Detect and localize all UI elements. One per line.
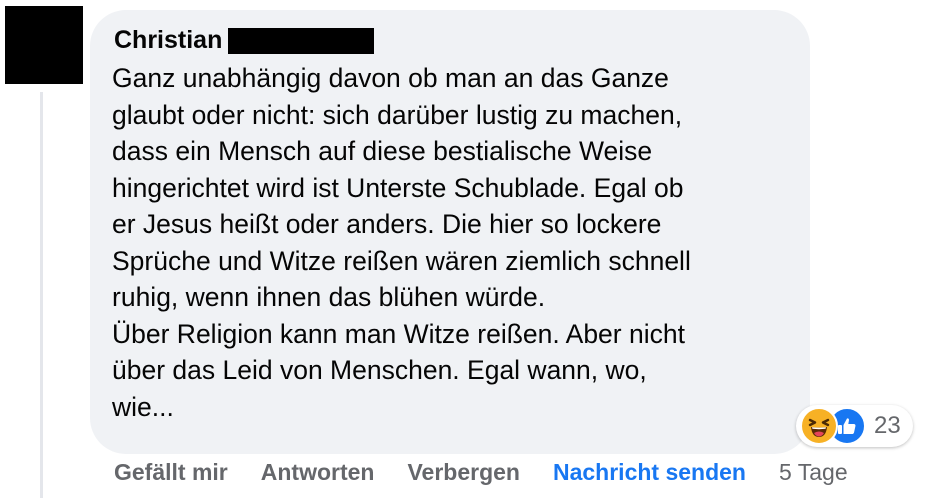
name-redaction bbox=[228, 27, 375, 54]
comment-line: hingerichtet wird ist Unterste Schublade… bbox=[112, 172, 684, 203]
author-name[interactable]: Christian bbox=[114, 26, 222, 55]
thread-line bbox=[40, 92, 43, 498]
comment-line: er Jesus heißt oder anders. Die hier so … bbox=[112, 209, 662, 239]
comment-bubble: Christian Ganz unabhängig davon ob man a… bbox=[90, 10, 810, 454]
comment-timestamp[interactable]: 5 Tage bbox=[779, 459, 848, 486]
comment-line: über das Leid von Menschen. Egal wann, w… bbox=[112, 355, 647, 385]
haha-reaction-icon bbox=[800, 407, 838, 445]
like-button[interactable]: Gefällt mir bbox=[114, 459, 228, 486]
comment-line: glaubt oder nicht: sich darüber lustig z… bbox=[112, 99, 683, 130]
comment-line: Ganz unabhängig davon ob man an das Ganz… bbox=[112, 63, 669, 93]
reaction-summary[interactable]: 23 bbox=[796, 405, 913, 447]
send-message-button[interactable]: Nachricht senden bbox=[553, 459, 746, 486]
comment-author[interactable]: Christian bbox=[114, 26, 375, 55]
comment-line: ruhig, wenn ihnen das blühen würde. bbox=[112, 282, 546, 312]
comment-text: Ganz unabhängig davon ob man an das Ganz… bbox=[112, 60, 802, 425]
reply-button[interactable]: Antworten bbox=[261, 459, 375, 486]
hide-button[interactable]: Verbergen bbox=[407, 459, 520, 486]
comment-actions: Gefällt mir Antworten Verbergen Nachrich… bbox=[114, 456, 848, 488]
comment-line: wie... bbox=[112, 391, 174, 422]
avatar[interactable] bbox=[5, 6, 83, 84]
reaction-count: 23 bbox=[874, 412, 901, 439]
comment-line: Sprüche und Witze reißen wären ziemlich … bbox=[112, 245, 691, 276]
comment-line: dass ein Mensch auf diese bestialische W… bbox=[112, 136, 653, 166]
comment-line: Über Religion kann man Witze reißen. Abe… bbox=[112, 318, 685, 349]
